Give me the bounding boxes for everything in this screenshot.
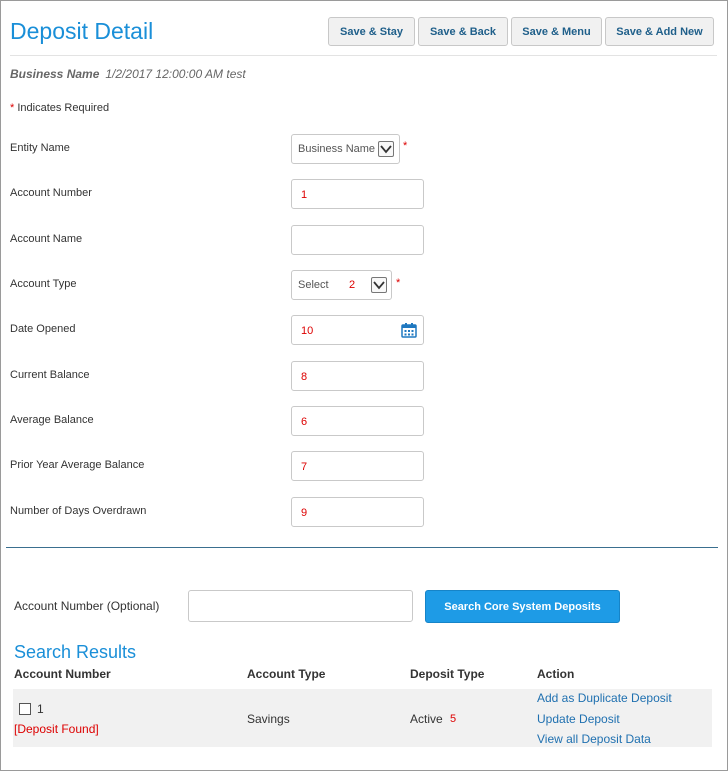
save-stay-button[interactable]: Save & Stay xyxy=(328,17,415,46)
prior-year-average-balance-input[interactable]: 7 xyxy=(291,451,424,481)
account-type-label: Account Type xyxy=(10,278,77,290)
prior-year-average-balance-value: 7 xyxy=(301,461,308,473)
save-add-new-button[interactable]: Save & Add New xyxy=(605,17,714,46)
header-divider xyxy=(10,55,717,56)
current-balance-input[interactable]: 8 xyxy=(291,361,424,391)
column-header-account-number: Account Number xyxy=(14,667,111,681)
account-name-input[interactable] xyxy=(291,225,424,255)
chevron-down-icon[interactable] xyxy=(378,141,394,157)
search-account-number-input[interactable] xyxy=(188,590,413,622)
entity-name-required-star: * xyxy=(403,140,408,152)
date-opened-value: 10 xyxy=(301,325,314,337)
entity-name-select[interactable]: Business Name xyxy=(291,134,400,164)
required-note-text: Indicates Required xyxy=(14,102,110,114)
subtitle-info: 1/2/2017 12:00:00 AM test xyxy=(105,67,246,81)
days-overdrawn-value: 9 xyxy=(301,507,308,519)
chevron-down-icon[interactable] xyxy=(371,277,387,293)
save-menu-button[interactable]: Save & Menu xyxy=(511,17,602,46)
account-type-annotation: 2 xyxy=(349,279,356,291)
days-overdrawn-label: Number of Days Overdrawn xyxy=(10,505,147,517)
current-balance-value: 8 xyxy=(301,371,308,383)
account-number-value: 1 xyxy=(301,189,308,201)
average-balance-label: Average Balance xyxy=(10,414,94,426)
entity-name-value: Business Name xyxy=(298,143,376,155)
search-account-number-label: Account Number (Optional) xyxy=(14,599,160,613)
record-subtitle: Business Name 1/2/2017 12:00:00 AM test xyxy=(10,67,246,81)
checkbox-icon[interactable] xyxy=(19,703,31,715)
result-annotation: 5 xyxy=(450,713,457,725)
entity-name-label: Entity Name xyxy=(10,142,70,154)
subtitle-business-name: Business Name xyxy=(10,67,100,81)
account-number-input[interactable]: 1 xyxy=(291,179,424,209)
deposit-detail-window: Deposit Detail Save & Stay Save & Back S… xyxy=(0,0,728,771)
account-type-value: Select xyxy=(298,279,329,291)
result-account-type: Savings xyxy=(247,712,290,726)
column-header-action: Action xyxy=(537,667,575,681)
column-header-account-type: Account Type xyxy=(247,667,326,681)
column-header-deposit-type: Deposit Type xyxy=(410,667,485,681)
calendar-icon[interactable] xyxy=(401,322,417,343)
section-divider xyxy=(6,547,718,548)
save-back-button[interactable]: Save & Back xyxy=(418,17,508,46)
required-note: * Indicates Required xyxy=(10,102,109,114)
result-account-number: 1 xyxy=(37,702,44,716)
result-deposit-type: Active xyxy=(410,712,443,726)
current-balance-label: Current Balance xyxy=(10,369,90,381)
average-balance-value: 6 xyxy=(301,416,308,428)
view-all-deposit-data-link[interactable]: View all Deposit Data xyxy=(537,732,651,746)
days-overdrawn-input[interactable]: 9 xyxy=(291,497,424,527)
page-title: Deposit Detail xyxy=(10,18,154,44)
search-results-title: Search Results xyxy=(14,642,137,662)
average-balance-input[interactable]: 6 xyxy=(291,406,424,436)
account-name-label: Account Name xyxy=(10,233,83,245)
result-status: [Deposit Found] xyxy=(14,722,99,736)
search-core-system-deposits-button[interactable]: Search Core System Deposits xyxy=(425,590,620,623)
prior-year-average-balance-label: Prior Year Average Balance xyxy=(10,459,145,471)
date-opened-label: Date Opened xyxy=(10,323,76,335)
account-number-label: Account Number xyxy=(10,187,92,199)
date-opened-input[interactable]: 10 xyxy=(291,315,424,345)
account-type-select[interactable]: Select 2 xyxy=(291,270,392,300)
add-as-duplicate-deposit-link[interactable]: Add as Duplicate Deposit xyxy=(537,691,672,705)
update-deposit-link[interactable]: Update Deposit xyxy=(537,712,620,726)
account-type-required-star: * xyxy=(396,277,401,289)
